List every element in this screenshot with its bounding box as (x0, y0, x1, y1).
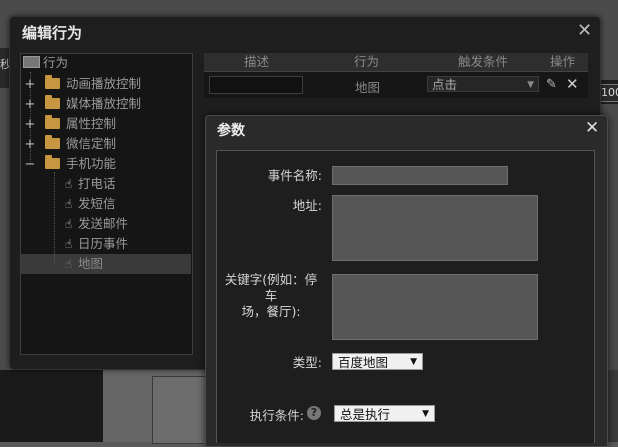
hand-pointer-icon: ☝ (64, 197, 73, 211)
expand-icon[interactable]: + (24, 115, 36, 135)
tree-item-animation[interactable]: + 动画播放控制 (24, 74, 141, 94)
column-header-trigger: 触发条件 (458, 54, 509, 69)
tree-selection-highlight (21, 254, 191, 274)
map-type-value: 百度地图 (338, 355, 389, 370)
delete-icon[interactable]: ✕ (566, 75, 579, 93)
hand-pointer-icon: ☝ (64, 237, 73, 251)
condition-label: 执行条件: (249, 408, 304, 423)
type-label: 类型: (292, 355, 322, 370)
tree-item-media[interactable]: + 媒体播放控制 (24, 94, 141, 114)
description-input[interactable] (209, 76, 303, 94)
condition-value: 总是执行 (340, 407, 391, 422)
folder-icon (44, 115, 60, 129)
hand-pointer-icon: ☝ (64, 177, 73, 191)
collapse-icon[interactable]: − (24, 155, 36, 175)
chevron-down-icon: ▼ (527, 80, 534, 90)
tree-item-label: 属性控制 (65, 116, 116, 131)
dialog-title: 编辑行为 (22, 24, 83, 42)
tree-item-label: 动画播放控制 (65, 76, 141, 91)
tree-item-label: 手机功能 (65, 156, 116, 171)
tree-child-sms[interactable]: ☝ 发短信 (62, 194, 116, 214)
chevron-down-icon: ▼ (422, 409, 429, 419)
tree-item-property[interactable]: + 属性控制 (24, 114, 116, 134)
hand-pointer-icon: ☝ (64, 257, 73, 271)
tree-item-phone[interactable]: − 手机功能 (24, 154, 116, 174)
tree-child-calendar[interactable]: ☝ 日历事件 (62, 234, 128, 254)
help-icon[interactable]: ? (307, 406, 321, 420)
tree-root[interactable]: 行为 (23, 53, 68, 73)
tree-item-label: 微信定制 (65, 136, 116, 151)
params-dialog-title: 参数 (217, 123, 245, 139)
expand-icon[interactable]: + (24, 95, 36, 115)
folder-icon (44, 75, 60, 89)
tree-child-call[interactable]: ☝ 打电话 (62, 174, 116, 194)
column-header-description: 描述 (244, 54, 270, 69)
keyword-textarea[interactable] (332, 274, 538, 340)
folder-open-icon (44, 155, 60, 169)
pencil-icon[interactable]: ✎ (546, 77, 557, 92)
behavior-table-header: 描述 行为 触发条件 操作 (204, 53, 588, 72)
keyword-label-line: 关键字(例如：停车 (224, 272, 318, 303)
column-header-action: 行为 (354, 54, 380, 69)
map-type-select[interactable]: 百度地图 ▼ (332, 353, 423, 370)
event-name-label: 事件名称: (267, 168, 322, 183)
address-textarea[interactable] (332, 195, 538, 261)
tree-child-label: 发短信 (78, 196, 116, 211)
tree-root-label: 行为 (43, 55, 69, 70)
keyword-label-line: 场，餐厅): (241, 304, 301, 319)
tree-item-label: 媒体播放控制 (65, 96, 141, 111)
tree-child-label: 地图 (78, 256, 104, 271)
trigger-value: 点击 (432, 77, 458, 92)
tree-connector (54, 172, 55, 264)
hand-pointer-icon: ☝ (64, 217, 73, 231)
action-cell: 地图 (355, 80, 381, 95)
expand-icon[interactable]: + (24, 75, 36, 95)
tree-child-label: 打电话 (78, 176, 116, 191)
folder-icon (44, 135, 60, 149)
keyword-label: 关键字(例如：停车 场，餐厅): (219, 272, 323, 320)
tree-child-email[interactable]: ☝ 发送邮件 (62, 214, 128, 234)
close-icon[interactable]: ✕ (585, 118, 599, 138)
tree-child-map[interactable]: ☝ 地图 (62, 254, 103, 274)
condition-select[interactable]: 总是执行 ▼ (334, 405, 435, 422)
tree-child-label: 日历事件 (78, 236, 129, 251)
computer-icon (23, 56, 40, 68)
zoom-field[interactable]: 100 (600, 84, 618, 102)
event-name-input[interactable] (332, 166, 508, 185)
tree-item-wechat[interactable]: + 微信定制 (24, 134, 116, 154)
expand-icon[interactable]: + (24, 135, 36, 155)
close-icon[interactable]: ✕ (577, 20, 592, 41)
trigger-select[interactable]: 点击 ▼ (427, 76, 539, 92)
background-dark-panel (0, 370, 103, 442)
folder-icon (44, 95, 60, 109)
address-label: 地址: (292, 198, 322, 213)
chevron-down-icon: ▼ (410, 357, 417, 367)
column-header-operation: 操作 (550, 54, 576, 69)
tree-child-label: 发送邮件 (78, 216, 129, 231)
